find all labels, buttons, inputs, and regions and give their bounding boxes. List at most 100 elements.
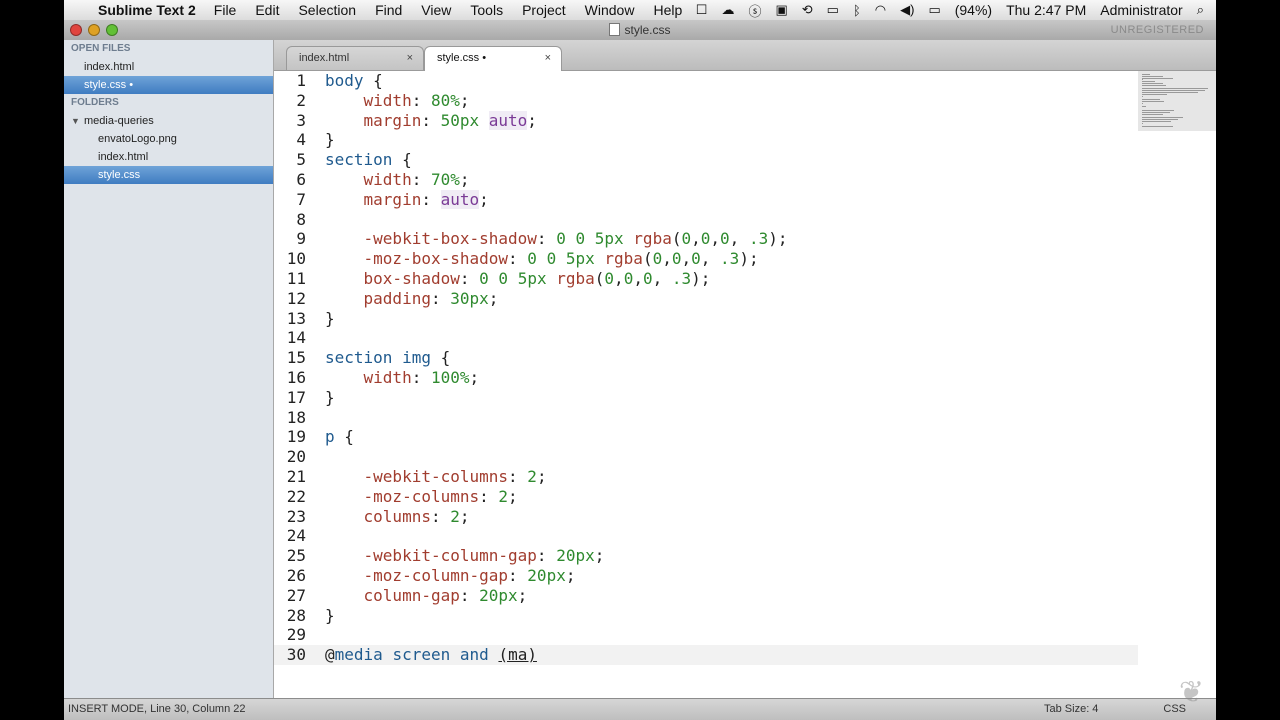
code-line[interactable]: 12 padding: 30px; xyxy=(274,289,1138,309)
minimap[interactable] xyxy=(1138,71,1216,131)
app-name-menu[interactable]: Sublime Text 2 xyxy=(98,2,196,18)
code-text[interactable]: -moz-columns: 2; xyxy=(325,487,518,507)
code-line[interactable]: 14 xyxy=(274,328,1138,348)
menu-file[interactable]: File xyxy=(214,2,237,18)
scanner-icon[interactable]: ▣ xyxy=(775,2,787,18)
script-icon[interactable]: ⓢ xyxy=(748,1,761,20)
code-line[interactable]: 21 -webkit-columns: 2; xyxy=(274,467,1138,487)
code-text[interactable]: } xyxy=(325,130,335,150)
code-line[interactable]: 6 width: 70%; xyxy=(274,170,1138,190)
code-text[interactable]: -webkit-columns: 2; xyxy=(325,467,547,487)
square-icon[interactable]: ☐ xyxy=(696,2,708,18)
code-line[interactable]: 16 width: 100%; xyxy=(274,368,1138,388)
open-file-style-css[interactable]: style.css • xyxy=(64,76,273,94)
tab-label: index.html xyxy=(299,52,350,64)
menu-edit[interactable]: Edit xyxy=(255,2,279,18)
code-text[interactable]: width: 100%; xyxy=(325,368,480,388)
code-line[interactable]: 4} xyxy=(274,130,1138,150)
code-line[interactable]: 27 column-gap: 20px; xyxy=(274,586,1138,606)
code-line[interactable]: 29 xyxy=(274,625,1138,645)
code-line[interactable]: 19 p { xyxy=(274,427,1138,447)
code-text[interactable]: @media screen and (ma) xyxy=(325,645,537,665)
tab-size-selector[interactable]: Tab Size: 4 xyxy=(1044,703,1098,715)
line-number: 10 xyxy=(286,249,306,269)
tab-style-css[interactable]: style.css • × xyxy=(424,46,562,71)
disclosure-triangle-icon[interactable]: ▼ xyxy=(71,112,80,130)
menu-selection[interactable]: Selection xyxy=(298,2,356,18)
line-number: 15 xyxy=(286,348,306,368)
code-line[interactable]: 13} xyxy=(274,309,1138,329)
spotlight-search-icon[interactable]: ⌕ xyxy=(1197,2,1204,18)
code-text[interactable]: margin: 50px auto; xyxy=(325,110,537,131)
code-text[interactable]: } xyxy=(325,388,335,408)
code-line[interactable]: 11 box-shadow: 0 0 5px rgba(0,0,0, .3); xyxy=(274,269,1138,289)
code-line[interactable]: 26 -moz-column-gap: 20px; xyxy=(274,566,1138,586)
code-line[interactable]: 25 -webkit-column-gap: 20px; xyxy=(274,546,1138,566)
close-tab-icon[interactable]: × xyxy=(407,47,413,69)
tab-index-html[interactable]: index.html × xyxy=(286,46,424,70)
code-line[interactable]: 3 margin: 50px auto; xyxy=(274,110,1138,131)
code-line[interactable]: 8 xyxy=(274,210,1138,230)
file-style-css[interactable]: style.css xyxy=(64,166,273,184)
line-number: 4 xyxy=(296,130,306,150)
document-icon xyxy=(609,23,621,36)
line-number: 22 xyxy=(286,486,306,506)
code-text[interactable]: -webkit-column-gap: 20px; xyxy=(325,546,605,566)
code-text[interactable]: p { xyxy=(325,427,354,447)
code-line[interactable]: 9 -webkit-box-shadow: 0 0 5px rgba(0,0,0… xyxy=(274,229,1138,249)
menu-window[interactable]: Window xyxy=(585,2,635,18)
volume-icon[interactable]: ◀) xyxy=(900,2,914,18)
clock[interactable]: Thu 2:47 PM xyxy=(1006,2,1086,18)
line-number: 24 xyxy=(286,526,306,546)
code-text[interactable]: columns: 2; xyxy=(325,507,470,527)
code-line[interactable]: 22 -moz-columns: 2; xyxy=(274,487,1138,507)
folder-media-queries[interactable]: ▼ media-queries xyxy=(64,112,273,130)
open-file-index-html[interactable]: index.html xyxy=(64,58,273,76)
close-tab-icon[interactable]: × xyxy=(545,47,551,69)
bluetooth-icon[interactable]: ᛒ xyxy=(853,3,861,18)
menu-find[interactable]: Find xyxy=(375,2,402,18)
code-line[interactable]: 10 -moz-box-shadow: 0 0 5px rgba(0,0,0, … xyxy=(274,249,1138,269)
file-envatologo-png[interactable]: envatoLogo.png xyxy=(64,130,273,148)
code-line[interactable]: 7 margin: auto; xyxy=(274,189,1138,210)
code-text[interactable]: body { xyxy=(325,71,383,91)
code-text[interactable]: section { xyxy=(325,150,412,170)
menu-project[interactable]: Project xyxy=(522,2,566,18)
code-text[interactable]: -webkit-box-shadow: 0 0 5px rgba(0,0,0, … xyxy=(325,229,788,249)
code-line[interactable]: 1 body { xyxy=(274,71,1138,91)
code-text[interactable]: width: 80%; xyxy=(325,91,470,111)
code-text[interactable]: margin: auto; xyxy=(325,189,489,210)
code-line[interactable]: 17} xyxy=(274,388,1138,408)
code-text[interactable]: section img { xyxy=(325,348,450,368)
user-menu[interactable]: Administrator xyxy=(1100,2,1182,18)
code-editor[interactable]: 1 body {2 width: 80%; 3 margin: 50px auto;… xyxy=(274,71,1138,698)
code-text[interactable]: } xyxy=(325,606,335,626)
code-line[interactable]: 20 xyxy=(274,447,1138,467)
menu-help[interactable]: Help xyxy=(653,2,682,18)
wifi-icon[interactable]: ◠ xyxy=(875,2,886,18)
code-line[interactable]: 30 @media screen and (ma) xyxy=(274,645,1138,665)
code-line[interactable]: 2 width: 80%; xyxy=(274,91,1138,111)
menu-tools[interactable]: Tools xyxy=(470,2,503,18)
code-line[interactable]: 23 columns: 2; xyxy=(274,507,1138,527)
cloud-icon[interactable]: ☁ xyxy=(721,2,734,18)
time-machine-icon[interactable]: ⟲ xyxy=(802,2,813,18)
code-line[interactable]: 5 section { xyxy=(274,150,1138,170)
code-text[interactable]: width: 70%; xyxy=(325,170,470,190)
code-line[interactable]: 15 section img { xyxy=(274,348,1138,368)
code-text[interactable]: -moz-column-gap: 20px; xyxy=(325,566,576,586)
menu-view[interactable]: View xyxy=(421,2,451,18)
code-line[interactable]: 28} xyxy=(274,606,1138,626)
file-index-html[interactable]: index.html xyxy=(64,148,273,166)
battery-icon[interactable]: ▭ xyxy=(928,2,940,18)
code-text[interactable]: box-shadow: 0 0 5px rgba(0,0,0, .3); xyxy=(325,269,711,289)
display-icon[interactable]: ▭ xyxy=(827,2,839,18)
minimap-line xyxy=(1142,120,1172,122)
code-text[interactable]: padding: 30px; xyxy=(325,289,499,309)
code-text[interactable]: } xyxy=(325,309,335,329)
window-title-bar[interactable]: style.css UNREGISTERED xyxy=(64,20,1216,41)
code-line[interactable]: 24 xyxy=(274,526,1138,546)
code-text[interactable]: -moz-box-shadow: 0 0 5px rgba(0,0,0, .3)… xyxy=(325,249,759,269)
code-text[interactable]: column-gap: 20px; xyxy=(325,586,528,606)
code-line[interactable]: 18 xyxy=(274,408,1138,428)
